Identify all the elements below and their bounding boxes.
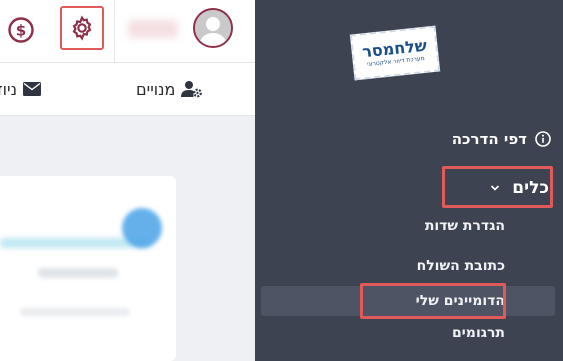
sidebar-item-guides[interactable]: דפי הדרכה [452,126,551,152]
domains-highlight-box [360,283,506,319]
chevron-down-icon [491,185,500,191]
user-avatar[interactable] [193,8,233,48]
submenu-translations[interactable]: תרגומים [452,322,505,344]
top-header: $ [0,0,255,63]
main-content [0,116,255,361]
header-divider [114,0,115,62]
nav-item-subscribers[interactable]: מנויים [136,63,203,115]
sidebar: שלחמסר מערכת דיוור אלקטרוני דפי הדרכה כל… [255,0,563,361]
settings-button[interactable] [60,6,104,50]
blurred-text [38,268,118,278]
main-navigation: מנויים ניוזל [0,63,255,116]
submenu-sender-address[interactable]: כתובת השולח [417,255,505,277]
blurred-text [20,308,130,316]
billing-button[interactable]: $ [6,15,36,45]
svg-text:$: $ [16,22,26,40]
sidebar-item-tools[interactable]: כלים [490,176,549,200]
sidebar-label-tools: כלים [512,178,549,198]
user-gear-icon [181,81,203,98]
sidebar-label-guides: דפי הדרכה [451,130,527,148]
content-card [0,176,176,361]
dollar-circle-icon: $ [8,17,34,43]
nav-label-subscribers: מנויים [136,79,176,99]
nav-label-newsletters: ניוזל [0,79,17,99]
gear-icon [72,15,92,41]
blurred-avatar [122,208,162,248]
envelope-icon [22,82,41,96]
info-icon [535,131,551,147]
user-name-blurred [128,20,178,38]
brand-logo[interactable]: שלחמסר מערכת דיוור אלקטרוני [349,25,441,81]
user-avatar-icon [195,10,231,46]
submenu-field-definitions[interactable]: הגדרת שדות [425,215,505,237]
nav-item-newsletters[interactable]: ניוזל [0,63,41,115]
